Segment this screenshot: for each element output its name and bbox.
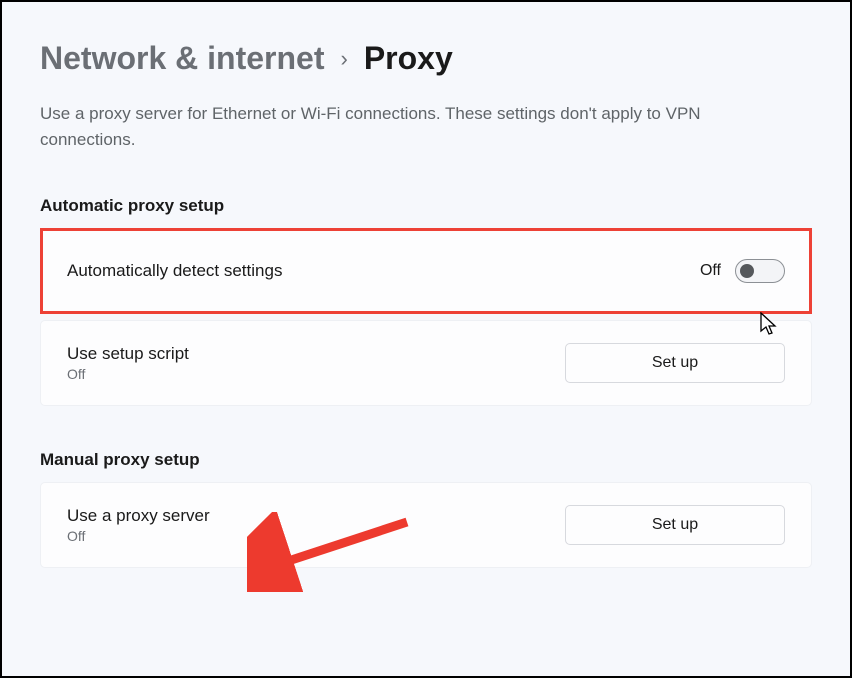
section-manual-proxy: Manual proxy setup Use a proxy server Of…: [40, 450, 812, 568]
section-heading-manual: Manual proxy setup: [40, 450, 812, 470]
proxy-server-setup-button[interactable]: Set up: [565, 505, 785, 545]
setup-script-button[interactable]: Set up: [565, 343, 785, 383]
breadcrumb-current: Proxy: [364, 40, 453, 77]
card-auto-detect: Automatically detect settings Off: [40, 228, 812, 314]
toggle-knob-icon: [740, 264, 754, 278]
card-setup-script: Use setup script Off Set up: [40, 320, 812, 406]
breadcrumb: Network & internet › Proxy: [40, 40, 812, 77]
setup-script-status: Off: [67, 366, 189, 382]
auto-detect-toggle-state: Off: [700, 262, 721, 280]
auto-detect-label: Automatically detect settings: [67, 261, 282, 281]
setup-script-label: Use setup script: [67, 344, 189, 364]
chevron-right-icon: ›: [340, 46, 347, 72]
section-automatic-proxy: Automatic proxy setup Automatically dete…: [40, 196, 812, 406]
auto-detect-toggle[interactable]: [735, 259, 785, 283]
proxy-server-label: Use a proxy server: [67, 506, 210, 526]
card-proxy-server: Use a proxy server Off Set up: [40, 482, 812, 568]
section-heading-automatic: Automatic proxy setup: [40, 196, 812, 216]
page-description: Use a proxy server for Ethernet or Wi-Fi…: [40, 101, 800, 152]
breadcrumb-parent[interactable]: Network & internet: [40, 40, 324, 77]
proxy-server-status: Off: [67, 528, 210, 544]
